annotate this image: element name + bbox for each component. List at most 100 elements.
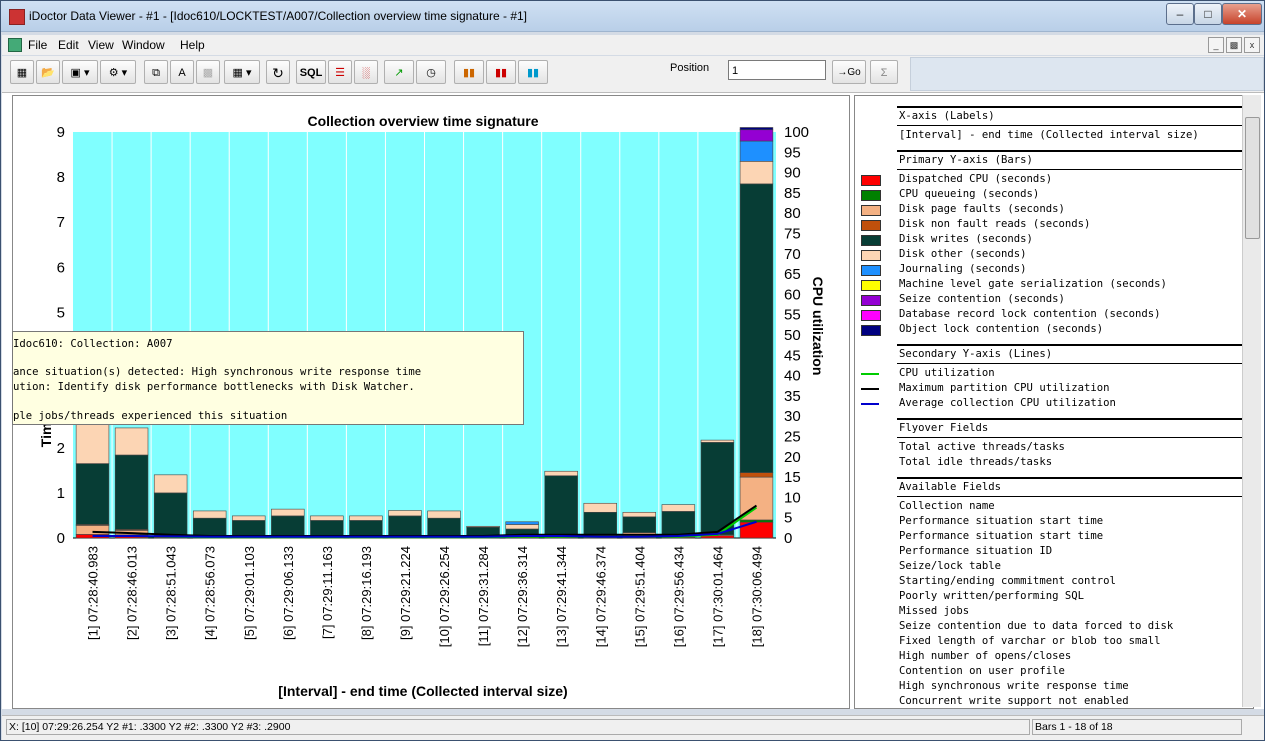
scrollbar-thumb[interactable] [1245,117,1260,239]
legend-scrollbar[interactable] [1242,95,1261,707]
bar-segment[interactable] [192,510,227,519]
menu-help[interactable]: Help [180,38,205,52]
legend-available-item[interactable]: Performance situation start time [899,530,1103,542]
query-dropdown-icon[interactable]: ▦ ▾ [224,60,260,84]
bar-segment[interactable] [700,442,735,536]
properties-icon[interactable]: ⚙ ▾ [100,60,136,84]
copy-icon[interactable]: ⧉ [144,60,168,84]
menu-window[interactable]: Window [122,38,165,52]
legend-available-item[interactable]: Missed jobs [899,605,969,617]
timeline-icon[interactable]: ◷ [416,60,446,84]
font-button[interactable]: A [170,60,194,84]
go-button[interactable]: →Go [832,60,866,84]
query-icon[interactable]: ▦ [10,60,34,84]
mdi-close-icon[interactable]: x [1244,37,1260,53]
bar-chart-icon[interactable]: ░ [354,60,378,84]
close-icon[interactable]: ✕ [1222,3,1262,25]
legend-series-item[interactable]: Database record lock contention (seconds… [899,308,1161,320]
legend-line-item[interactable]: CPU utilization [899,367,995,379]
bar-segment[interactable] [271,515,305,537]
legend-available-item[interactable]: Seize/lock table [899,560,1001,572]
bar-segment[interactable] [544,475,578,535]
bar-segment[interactable] [739,183,774,473]
legend-series-item[interactable]: Disk non fault reads (seconds) [899,218,1090,230]
legend-series-item[interactable]: Disk page faults (seconds) [899,203,1065,215]
bar-segment[interactable] [739,127,774,131]
bar-segment[interactable] [622,516,657,533]
legend-available-item[interactable]: Starting/ending commitment control [899,575,1116,587]
chart-type-2-icon[interactable]: ▮▮ [486,60,516,84]
menu-view[interactable]: View [88,38,114,52]
legend-flyover-item[interactable]: Total active threads/tasks [899,441,1065,453]
legend-available-item[interactable]: Fixed length of varchar or blob too smal… [899,635,1161,647]
bar-segment[interactable] [466,525,500,528]
bar-segment[interactable] [700,439,735,443]
bar-segment[interactable] [427,517,461,537]
sum-button[interactable]: Σ [870,60,898,84]
chart-type-1-icon[interactable]: ▮▮ [454,60,484,84]
mdi-minimize-icon[interactable]: _ [1208,37,1224,53]
bar-segment[interactable] [310,515,344,521]
list-view-icon[interactable]: ☰ [328,60,352,84]
bar-segment[interactable] [192,517,227,537]
legend-line-item[interactable]: Average collection CPU utilization [899,397,1116,409]
bar-segment[interactable] [388,510,422,517]
bar-segment[interactable] [349,520,383,537]
bar-segment[interactable] [583,511,617,536]
legend-series-item[interactable]: Seize contention (seconds) [899,293,1065,305]
legend-available-item[interactable]: Contention on user profile [899,665,1065,677]
legend-series-item[interactable]: Journaling (seconds) [899,263,1027,275]
legend-series-item[interactable]: Machine level gate serialization (second… [899,278,1167,290]
legend-xaxis-value[interactable]: [Interval] - end time (Collected interva… [899,129,1199,141]
bar-segment[interactable] [739,472,774,478]
legend-available-item[interactable]: Seize contention due to data forced to d… [899,620,1173,632]
minimize-icon[interactable]: – [1166,3,1194,25]
bar-segment[interactable] [661,504,696,512]
maximize-icon[interactable]: □ [1194,3,1222,25]
bar-segment[interactable] [739,129,774,142]
bar-segment[interactable] [153,474,188,494]
bar-segment[interactable] [505,521,539,525]
line-graph-icon[interactable]: ↗ [384,60,414,84]
bar-segment[interactable] [153,492,188,537]
legend-series-item[interactable]: Disk writes (seconds) [899,233,1033,245]
legend-flyover-item[interactable]: Total idle threads/tasks [899,456,1052,468]
menu-edit[interactable]: Edit [58,38,79,52]
legend-series-item[interactable]: CPU queueing (seconds) [899,188,1039,200]
position-input[interactable]: 1 [728,60,826,80]
bar-segment[interactable] [544,470,578,477]
legend-series-item[interactable]: Dispatched CPU (seconds) [899,173,1052,185]
bar-segment[interactable] [622,511,657,518]
sql-button[interactable]: SQL [296,60,326,84]
mdi-restore-icon[interactable]: ▩ [1226,37,1242,53]
bar-segment[interactable] [661,511,696,537]
legend-available-item[interactable]: Concurrent write support not enabled [899,695,1129,707]
refresh-icon[interactable]: ↻ [266,60,290,84]
menu-file[interactable]: File [28,38,47,52]
legend-available-item[interactable]: High synchronous write response time [899,680,1129,692]
legend-available-item[interactable]: High number of opens/closes [899,650,1071,662]
legend-series-item[interactable]: Object lock contention (seconds) [899,323,1103,335]
open-folder-icon[interactable]: 📂 [36,60,60,84]
legend-available-item[interactable]: Performance situation ID [899,545,1052,557]
bar-segment[interactable] [310,520,344,537]
legend-pane[interactable]: X-axis (Labels) [Interval] - end time (C… [854,95,1254,709]
bar-segment[interactable] [739,161,774,185]
bar-segment[interactable] [232,520,266,537]
bar-segment[interactable] [583,502,617,513]
bar-segment[interactable] [75,463,110,525]
bar-segment[interactable] [114,454,149,530]
doc-icon[interactable] [8,38,22,52]
bar-segment[interactable] [232,515,266,521]
bar-segment[interactable] [505,524,539,530]
save-icon[interactable]: ▣ ▾ [62,60,98,84]
bar-segment[interactable] [427,510,461,519]
legend-available-item[interactable]: Poorly written/performing SQL [899,590,1084,602]
legend-line-item[interactable]: Maximum partition CPU utilization [899,382,1109,394]
bar-segment[interactable] [271,508,305,517]
chart-type-3-icon[interactable]: ▮▮ [518,60,548,84]
bar-segment[interactable] [739,140,774,162]
legend-available-item[interactable]: Performance situation start time [899,515,1103,527]
disabled-tool-icon[interactable]: ▩ [196,60,220,84]
legend-series-item[interactable]: Disk other (seconds) [899,248,1027,260]
